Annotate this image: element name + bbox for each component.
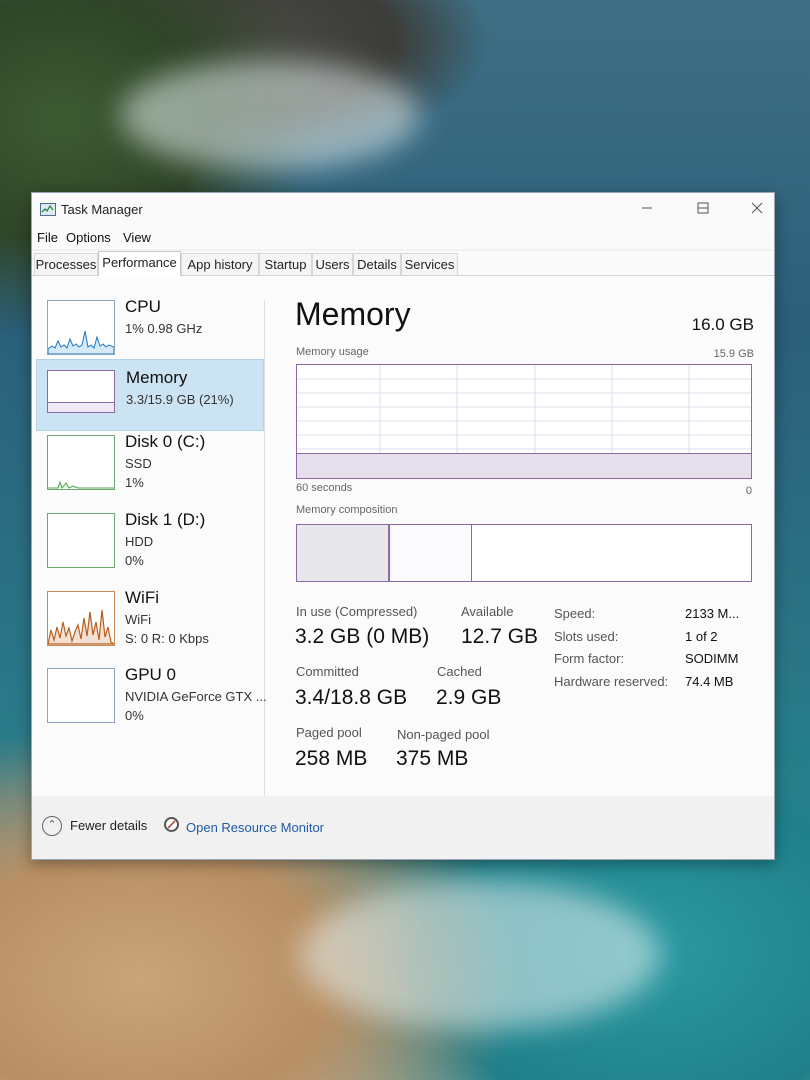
speed-value: 2133 M...: [685, 606, 740, 621]
close-icon: [751, 202, 763, 214]
memory-usage-label: Memory usage: [296, 346, 369, 358]
hardware-reserved-label: Hardware reserved:: [554, 674, 669, 689]
sidebar-item-disk-1[interactable]: Disk 1 (D:) HDD 0%: [36, 509, 262, 579]
maximize-icon: [697, 202, 709, 214]
resource-monitor-icon[interactable]: [164, 817, 179, 832]
gpu-0-thumbnail-graph: [47, 668, 115, 723]
paged-pool-label: Paged pool: [296, 725, 362, 740]
task-manager-window: Task Manager File Options View Processes…: [31, 192, 775, 860]
cached-label: Cached: [437, 664, 482, 679]
menu-file[interactable]: File: [37, 230, 58, 245]
disk-0-thumbnail-graph: [47, 435, 115, 490]
disk-1-type: HDD: [125, 534, 154, 549]
minimize-icon: [642, 207, 652, 209]
menu-options[interactable]: Options: [66, 230, 111, 245]
sidebar-item-wifi[interactable]: WiFi WiFi S: 0 R: 0 Kbps: [36, 587, 262, 657]
committed-value: 3.4/18.8 GB: [295, 686, 408, 709]
memory-usage-area: [297, 453, 751, 478]
minimize-button-visible[interactable]: [632, 199, 662, 221]
in-use-label: In use (Compressed): [296, 604, 418, 619]
tab-processes[interactable]: Processes: [34, 253, 98, 275]
chevron-up-icon[interactable]: ⌃: [42, 816, 62, 836]
close-button[interactable]: [742, 199, 772, 221]
tab-services[interactable]: Services: [401, 253, 458, 275]
disk-0-usage: 1%: [125, 475, 144, 490]
sidebar-item-disk-0[interactable]: Disk 0 (C:) SSD 1%: [36, 431, 262, 501]
task-manager-icon: [40, 203, 56, 216]
memory-usage-max: 15.9 GB: [713, 348, 754, 360]
sidebar-item-gpu-0[interactable]: GPU 0 NVIDIA GeForce GTX ... 0%: [36, 664, 267, 734]
wifi-adapter: WiFi: [125, 612, 151, 627]
maximize-button[interactable]: [688, 199, 718, 221]
cached-value: 2.9 GB: [436, 686, 502, 709]
tab-details[interactable]: Details: [353, 253, 401, 275]
wifi-thumbnail-graph: [47, 591, 115, 646]
disk-0-name: Disk 0 (C:): [125, 432, 206, 451]
cpu-thumbnail-graph: [47, 300, 115, 355]
available-label: Available: [461, 604, 514, 619]
memory-composition-label: Memory composition: [296, 504, 398, 516]
memory-usage-chart: [296, 364, 752, 479]
wallpaper-foam: [300, 880, 660, 1030]
in-use-value: 3.2 GB (0 MB): [295, 625, 430, 648]
available-value: 12.7 GB: [461, 625, 539, 648]
speed-label: Speed:: [554, 606, 596, 621]
performance-panel: CPU 1% 0.98 GHz Memory 3.3/15.9 GB (21%)…: [32, 276, 774, 800]
slots-value: 1 of 2: [685, 629, 718, 644]
wallpaper-foam: [120, 60, 420, 170]
disk-1-name: Disk 1 (D:): [125, 510, 206, 529]
disk-0-type: SSD: [125, 456, 152, 471]
window-title: Task Manager: [61, 202, 143, 217]
non-paged-pool-label: Non-paged pool: [397, 727, 490, 742]
tab-performance[interactable]: Performance: [98, 251, 181, 276]
tab-bar: Processes Performance App history Startu…: [32, 251, 774, 276]
sidebar-item-memory[interactable]: Memory 3.3/15.9 GB (21%): [36, 359, 264, 431]
sidebar-item-cpu[interactable]: CPU 1% 0.98 GHz: [36, 296, 262, 366]
memory-total: 16.0 GB: [691, 315, 754, 334]
tab-users[interactable]: Users: [312, 253, 353, 275]
title-bar: Task Manager: [32, 193, 774, 227]
wifi-name: WiFi: [125, 588, 159, 607]
tab-app-history[interactable]: App history: [181, 253, 259, 275]
non-paged-pool-value: 375 MB: [396, 747, 469, 770]
disk-1-thumbnail-graph: [47, 513, 115, 568]
paged-pool-value: 258 MB: [295, 747, 368, 770]
slots-label: Slots used:: [554, 629, 619, 644]
form-factor-value: SODIMM: [685, 651, 739, 666]
open-resource-monitor-link[interactable]: Open Resource Monitor: [186, 820, 324, 835]
gpu-0-model: NVIDIA GeForce GTX ...: [125, 689, 267, 704]
hardware-reserved-value: 74.4 MB: [685, 674, 734, 689]
cpu-stats: 1% 0.98 GHz: [125, 321, 203, 336]
menu-view[interactable]: View: [123, 230, 151, 245]
form-factor-label: Form factor:: [554, 651, 625, 666]
memory-composition-bar: [296, 524, 752, 582]
memory-name: Memory: [126, 368, 188, 387]
footer: ⌃ Fewer details Open Resource Monitor: [32, 796, 774, 859]
composition-standby: [392, 525, 472, 581]
tab-startup[interactable]: Startup: [259, 253, 312, 275]
committed-label: Committed: [296, 664, 359, 679]
time-span-label: 60 seconds: [296, 482, 353, 494]
sidebar-divider: [264, 300, 265, 800]
cpu-name: CPU: [125, 297, 161, 316]
disk-1-usage: 0%: [125, 553, 144, 568]
memory-thumbnail-graph: [47, 370, 115, 413]
composition-in-use: [297, 525, 390, 581]
wifi-throughput: S: 0 R: 0 Kbps: [125, 631, 209, 646]
fewer-details-button[interactable]: Fewer details: [70, 818, 147, 833]
menu-bar: File Options View: [32, 227, 774, 249]
gpu-0-name: GPU 0: [125, 665, 177, 684]
memory-stats: 3.3/15.9 GB (21%): [126, 392, 234, 407]
gpu-0-usage: 0%: [125, 708, 144, 723]
page-title: Memory: [295, 296, 411, 332]
time-end-label: 0: [745, 485, 752, 497]
